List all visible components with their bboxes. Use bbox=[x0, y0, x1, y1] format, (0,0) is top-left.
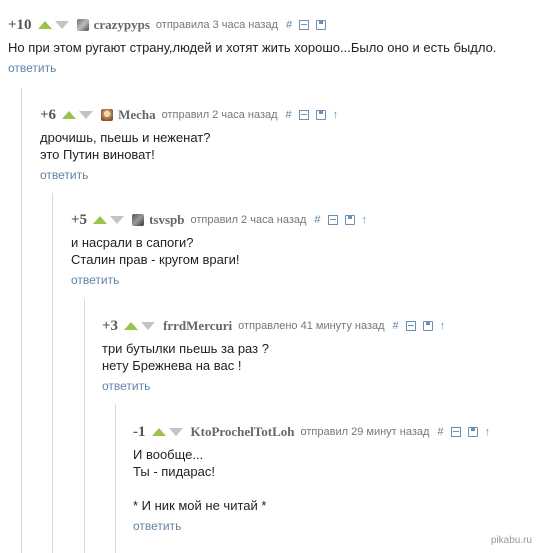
reply-link[interactable]: ответить bbox=[40, 168, 88, 182]
thread-line bbox=[21, 88, 22, 553]
parent-arrow-icon[interactable]: ↑ bbox=[440, 320, 446, 332]
vote-down-icon[interactable] bbox=[141, 322, 156, 330]
save-icon[interactable] bbox=[316, 20, 327, 30]
avatar[interactable] bbox=[101, 109, 114, 121]
avatar[interactable] bbox=[76, 19, 89, 31]
collapse-icon[interactable] bbox=[327, 215, 338, 225]
thread-line bbox=[84, 299, 85, 553]
parent-arrow-icon[interactable]: ↑ bbox=[333, 109, 339, 121]
comment-line: дрочишь, пьешь и неженат? bbox=[40, 130, 211, 145]
comment-tools: # bbox=[286, 19, 327, 31]
comment-body: и насрали в сапоги? Сталин прав - кругом… bbox=[71, 234, 367, 268]
thread-line bbox=[52, 193, 53, 553]
vote-up-icon[interactable] bbox=[124, 322, 139, 330]
collapse-icon[interactable] bbox=[298, 110, 309, 120]
vote-up-icon[interactable] bbox=[151, 428, 166, 436]
collapse-icon[interactable] bbox=[450, 427, 461, 437]
comment-timestamp: отправил 2 часа назад bbox=[161, 109, 278, 121]
comment-header: +6 Mecha отправил 2 часа назад # ↑ bbox=[40, 106, 338, 124]
comment: +5 tsvspb отправил 2 часа назад # ↑ и на… bbox=[71, 211, 367, 289]
vote-down-icon[interactable] bbox=[54, 21, 69, 29]
comment-rating: +6 bbox=[40, 106, 57, 123]
comment-header: -1 KtoProchelTotLoh отправил 29 минут на… bbox=[133, 423, 490, 441]
permalink-hash-icon[interactable]: # bbox=[314, 214, 320, 226]
comment-line: Сталин прав - кругом враги! bbox=[71, 252, 240, 267]
comment-body: И вообще... Ты - пидарас! * И ник мой не… bbox=[133, 446, 490, 514]
comment-line: И вообще... bbox=[133, 447, 204, 462]
comment-line: нету Брежнева на вас ! bbox=[102, 358, 242, 373]
comment-timestamp: отправила 3 часа назад bbox=[155, 19, 278, 31]
vote-up-icon[interactable] bbox=[93, 216, 108, 224]
reply-link[interactable]: ответить bbox=[102, 379, 150, 393]
author-name[interactable]: tsvspb bbox=[149, 212, 184, 228]
comment-line bbox=[133, 480, 490, 497]
reply-link[interactable]: ответить bbox=[133, 519, 181, 533]
permalink-hash-icon[interactable]: # bbox=[286, 109, 292, 121]
vote-up-icon[interactable] bbox=[62, 111, 77, 119]
save-icon[interactable] bbox=[467, 427, 478, 437]
collapse-icon[interactable] bbox=[405, 321, 416, 331]
comment: +6 Mecha отправил 2 часа назад # ↑ дрочи… bbox=[40, 106, 338, 184]
permalink-hash-icon[interactable]: # bbox=[393, 320, 399, 332]
comment: -1 KtoProchelTotLoh отправил 29 минут на… bbox=[133, 423, 490, 535]
comment-rating: +5 bbox=[71, 211, 88, 228]
comment-line: * И ник мой не читай * bbox=[133, 498, 267, 513]
comment-tools: # ↑ bbox=[286, 109, 339, 121]
vote-down-icon[interactable] bbox=[168, 428, 183, 436]
comment-timestamp: отправил 2 часа назад bbox=[190, 214, 307, 226]
comment-tools: # ↑ bbox=[437, 426, 490, 438]
comment-line: Ты - пидарас! bbox=[133, 464, 215, 479]
permalink-hash-icon[interactable]: # bbox=[286, 19, 292, 31]
parent-arrow-icon[interactable]: ↑ bbox=[362, 214, 368, 226]
author-name[interactable]: frrdMercuri bbox=[163, 318, 232, 334]
comment-timestamp: отправил 29 минут назад bbox=[300, 426, 430, 438]
comment-tools: # ↑ bbox=[393, 320, 446, 332]
comment-rating: +3 bbox=[102, 317, 119, 334]
save-icon[interactable] bbox=[315, 110, 326, 120]
collapse-icon[interactable] bbox=[299, 20, 310, 30]
comment: +3 frrdMercuri отправлено 41 минуту наза… bbox=[102, 317, 445, 395]
vote-down-icon[interactable] bbox=[79, 111, 94, 119]
comment-line: и насрали в сапоги? bbox=[71, 235, 194, 250]
vote-down-icon[interactable] bbox=[110, 216, 125, 224]
permalink-hash-icon[interactable]: # bbox=[437, 426, 443, 438]
author-name[interactable]: crazypyps bbox=[94, 17, 150, 33]
vote-up-icon[interactable] bbox=[37, 21, 52, 29]
comment-tools: # ↑ bbox=[314, 214, 367, 226]
comment-line: это Путин виноват! bbox=[40, 147, 155, 162]
comment-header: +5 tsvspb отправил 2 часа назад # ↑ bbox=[71, 211, 367, 229]
save-icon[interactable] bbox=[344, 215, 355, 225]
comment-timestamp: отправлено 41 минуту назад bbox=[238, 320, 385, 332]
save-icon[interactable] bbox=[422, 321, 433, 331]
comment-line: Но при этом ругают страну,людей и хотят … bbox=[8, 40, 497, 55]
comment-body: три бутылки пьешь за раз ? нету Брежнева… bbox=[102, 340, 445, 374]
comment-body: Но при этом ругают страну,людей и хотят … bbox=[8, 39, 496, 56]
reply-link[interactable]: ответить bbox=[8, 61, 56, 75]
author-name[interactable]: Mecha bbox=[118, 107, 156, 123]
comment-header: +3 frrdMercuri отправлено 41 минуту наза… bbox=[102, 317, 445, 335]
comment-rating: -1 bbox=[133, 423, 146, 440]
reply-link[interactable]: ответить bbox=[71, 273, 119, 287]
comment-header: +10 crazypyps отправила 3 часа назад # bbox=[8, 16, 496, 34]
parent-arrow-icon[interactable]: ↑ bbox=[485, 426, 491, 438]
comment-line: три бутылки пьешь за раз ? bbox=[102, 341, 269, 356]
thread-line bbox=[115, 404, 116, 553]
author-name[interactable]: KtoProchelTotLoh bbox=[191, 424, 295, 440]
comment-body: дрочишь, пьешь и неженат? это Путин вино… bbox=[40, 129, 338, 163]
watermark: pikabu.ru bbox=[490, 535, 532, 546]
comment-rating: +10 bbox=[8, 16, 32, 33]
comment: +10 crazypyps отправила 3 часа назад # Н… bbox=[8, 16, 496, 77]
avatar[interactable] bbox=[132, 214, 145, 226]
